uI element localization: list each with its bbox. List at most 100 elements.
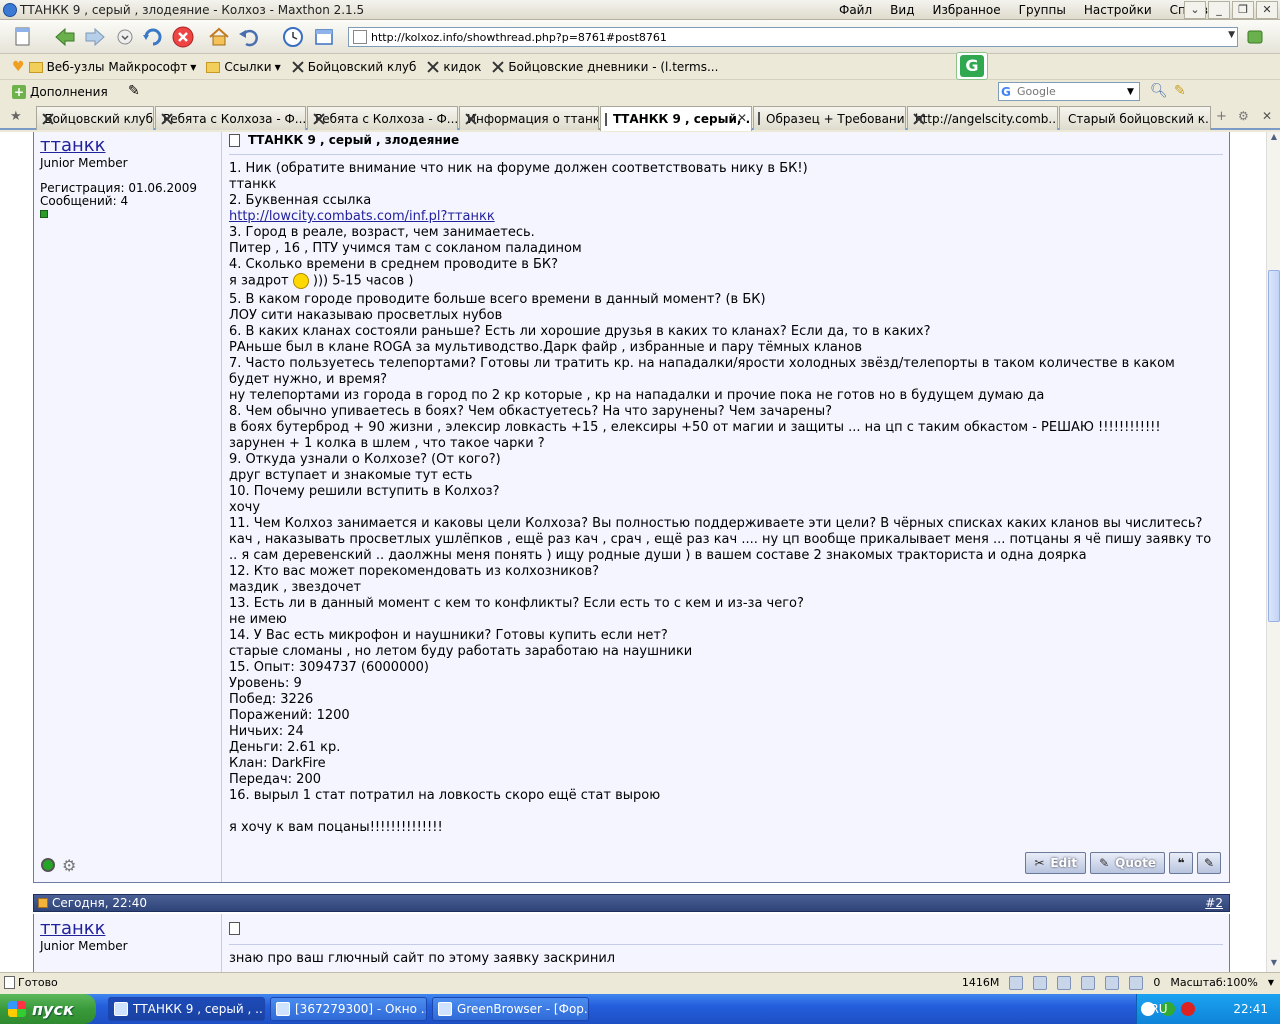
- favorites-icon[interactable]: ♥: [12, 59, 25, 75]
- history-dropdown-icon[interactable]: [112, 24, 138, 50]
- proxy-icon[interactable]: [1105, 975, 1120, 990]
- post-line: 14. У Вас есть микрофон и наушники? Гото…: [229, 628, 668, 643]
- search-box[interactable]: G ▼: [998, 82, 1140, 101]
- new-tab-icon[interactable]: [10, 24, 36, 50]
- link-fight-diaries[interactable]: Бойцовские дневники - (l.terms...: [491, 60, 718, 74]
- menu-favorites[interactable]: Избранное: [923, 3, 1009, 17]
- chevron-down-icon[interactable]: ▼: [1228, 30, 1235, 40]
- tab-sample-requirements[interactable]: Образец + Требовани...: [753, 106, 906, 130]
- tab-angelscity[interactable]: http://angelscity.comb...: [907, 106, 1058, 130]
- scroll-down-icon[interactable]: ▼: [1268, 958, 1280, 972]
- post-date: Сегодня, 22:40: [52, 896, 147, 910]
- folder-icon: [206, 61, 221, 73]
- undo-icon[interactable]: [236, 24, 262, 50]
- address-input[interactable]: [371, 30, 1221, 44]
- scroll-thumb[interactable]: [1268, 270, 1280, 622]
- username-link[interactable]: ттанкк: [40, 135, 215, 156]
- tab-kolxoz-1[interactable]: Ребята с Колхоза - Ф...: [155, 106, 306, 130]
- chevron-down-icon[interactable]: ⌄: [1184, 1, 1206, 19]
- post-number-link[interactable]: #2: [1205, 896, 1223, 910]
- addons-button[interactable]: + Дополнения: [12, 85, 108, 99]
- post-text: знаю про ваш глючный сайт по этому заявк…: [229, 951, 616, 966]
- post-line: РАньше был в клане ROGA за мультиводство…: [229, 340, 862, 355]
- start-button[interactable]: пуск: [0, 994, 96, 1024]
- folder-icon[interactable]: [1081, 975, 1096, 990]
- post-count: Сообщений: 4: [40, 194, 129, 208]
- back-icon[interactable]: [52, 24, 78, 50]
- profile-link[interactable]: http://lowcity.combats.com/inf.pl?ттанкк: [229, 209, 495, 224]
- minimize-button[interactable]: _: [1208, 1, 1230, 19]
- divider: [229, 154, 1223, 155]
- chevron-down-icon[interactable]: ▼: [1268, 978, 1274, 987]
- close-tab-icon[interactable]: ✕: [737, 111, 747, 125]
- tab-fight-club[interactable]: Бойцовский клуб: [36, 106, 154, 130]
- vertical-scrollbar[interactable]: ▲ ▼: [1266, 132, 1280, 972]
- greenbrowser-button[interactable]: G: [956, 52, 988, 80]
- post-actions: ✂ Edit ✎ Quote ❝ ✎: [1025, 852, 1221, 874]
- post-line: 11. Чем Колхоз занимается и каковы цели …: [229, 516, 1203, 531]
- broom-icon[interactable]: ✎: [128, 83, 140, 99]
- search-icon[interactable]: 🔍︎: [1150, 83, 1168, 99]
- refresh-icon[interactable]: [140, 24, 166, 50]
- link-fight-club[interactable]: Бойцовский клуб: [291, 60, 417, 74]
- menu-view[interactable]: Вид: [881, 3, 923, 17]
- edit-button[interactable]: ✂ Edit: [1025, 852, 1087, 874]
- star-icon[interactable]: ★: [10, 109, 22, 124]
- menu-settings[interactable]: Настройки: [1075, 3, 1161, 17]
- post-line: 3. Город в реале, возраст, чем занимаете…: [229, 225, 535, 240]
- tab-active-thread[interactable]: ТТАНКК 9 , серый, ... ✕: [600, 106, 752, 131]
- task-maxthon[interactable]: ТТАНКК 9 , серый , ...: [108, 997, 265, 1021]
- address-bar[interactable]: ▼: [348, 27, 1238, 47]
- task-greenbrowser[interactable]: GreenBrowser - [Фор...: [432, 997, 589, 1021]
- link-links[interactable]: Ссылки ▼: [206, 60, 281, 74]
- post-status-icon: [38, 898, 48, 908]
- lightning-icon[interactable]: [1033, 975, 1048, 990]
- post-line: 16. вырыл 1 стат потратил на ловкость ск…: [229, 788, 661, 803]
- clock-icon[interactable]: [280, 24, 306, 50]
- link-kidok[interactable]: кидок: [426, 60, 481, 74]
- task-icq-window[interactable]: [367279300] - Окно ...: [270, 997, 427, 1021]
- zoom-level[interactable]: Масштаб:100%: [1170, 976, 1257, 989]
- post-line: Поражений: 1200: [229, 708, 350, 723]
- window-icon[interactable]: [311, 24, 337, 50]
- post-text: 1. Ник (обратите внимание что ник на фор…: [229, 161, 1219, 836]
- page-icon: [758, 112, 760, 125]
- menu-groups[interactable]: Группы: [1010, 3, 1075, 17]
- forward-icon[interactable]: [82, 24, 108, 50]
- menu-file[interactable]: Файл: [830, 3, 881, 17]
- popup-blocker-icon[interactable]: [1129, 975, 1144, 990]
- stop-icon[interactable]: [170, 24, 196, 50]
- restore-button[interactable]: ❐: [1232, 1, 1254, 19]
- home-icon[interactable]: [206, 24, 232, 50]
- combats-icon: [291, 60, 305, 74]
- scroll-up-icon[interactable]: ▲: [1268, 132, 1280, 146]
- search-input[interactable]: [1017, 85, 1127, 98]
- antivirus-icon[interactable]: [1181, 1002, 1195, 1016]
- highlight-icon[interactable]: ✎: [1174, 83, 1186, 99]
- username-link[interactable]: ттанкк: [40, 918, 215, 939]
- post-line: 15. Опыт: 3094737 (6000000): [229, 660, 429, 675]
- tab-old-fight-club[interactable]: Старый бойцовский к...: [1059, 106, 1211, 130]
- post-line: ттанкк: [229, 177, 277, 192]
- windows-logo-icon: [8, 1001, 26, 1017]
- close-button[interactable]: ✕: [1256, 1, 1278, 19]
- multi-quote-button[interactable]: ❝: [1169, 852, 1193, 874]
- clock[interactable]: 22:41: [1233, 1002, 1268, 1016]
- go-icon[interactable]: [1244, 24, 1270, 50]
- print-icon[interactable]: [1057, 975, 1072, 990]
- post-line: 13. Есть ли в данный момент с кем то кон…: [229, 596, 804, 611]
- download-icon[interactable]: [1009, 975, 1024, 990]
- gear-icon[interactable]: ⚙: [62, 856, 80, 875]
- tab-info-ttankk[interactable]: Информация о ттанкк: [459, 106, 599, 130]
- quote-button[interactable]: ✎ Quote: [1090, 852, 1165, 874]
- diary-icon: [491, 60, 505, 74]
- language-indicator[interactable]: RU: [1144, 994, 1174, 1024]
- tab-kolxoz-2[interactable]: Ребята с Колхоза - Ф...: [307, 106, 458, 130]
- menu-bar: Файл Вид Избранное Группы Настройки Спра…: [830, 0, 1232, 20]
- quick-reply-button[interactable]: ✎: [1197, 852, 1221, 874]
- link-ms-sites[interactable]: Веб-узлы Майкрософт ▼: [28, 60, 196, 74]
- tools-icon[interactable]: ⚙: [1238, 109, 1249, 123]
- close-icon[interactable]: ✕: [1262, 109, 1272, 123]
- chevron-down-icon[interactable]: ▼: [1127, 87, 1134, 97]
- add-tab-icon[interactable]: +: [1216, 109, 1227, 124]
